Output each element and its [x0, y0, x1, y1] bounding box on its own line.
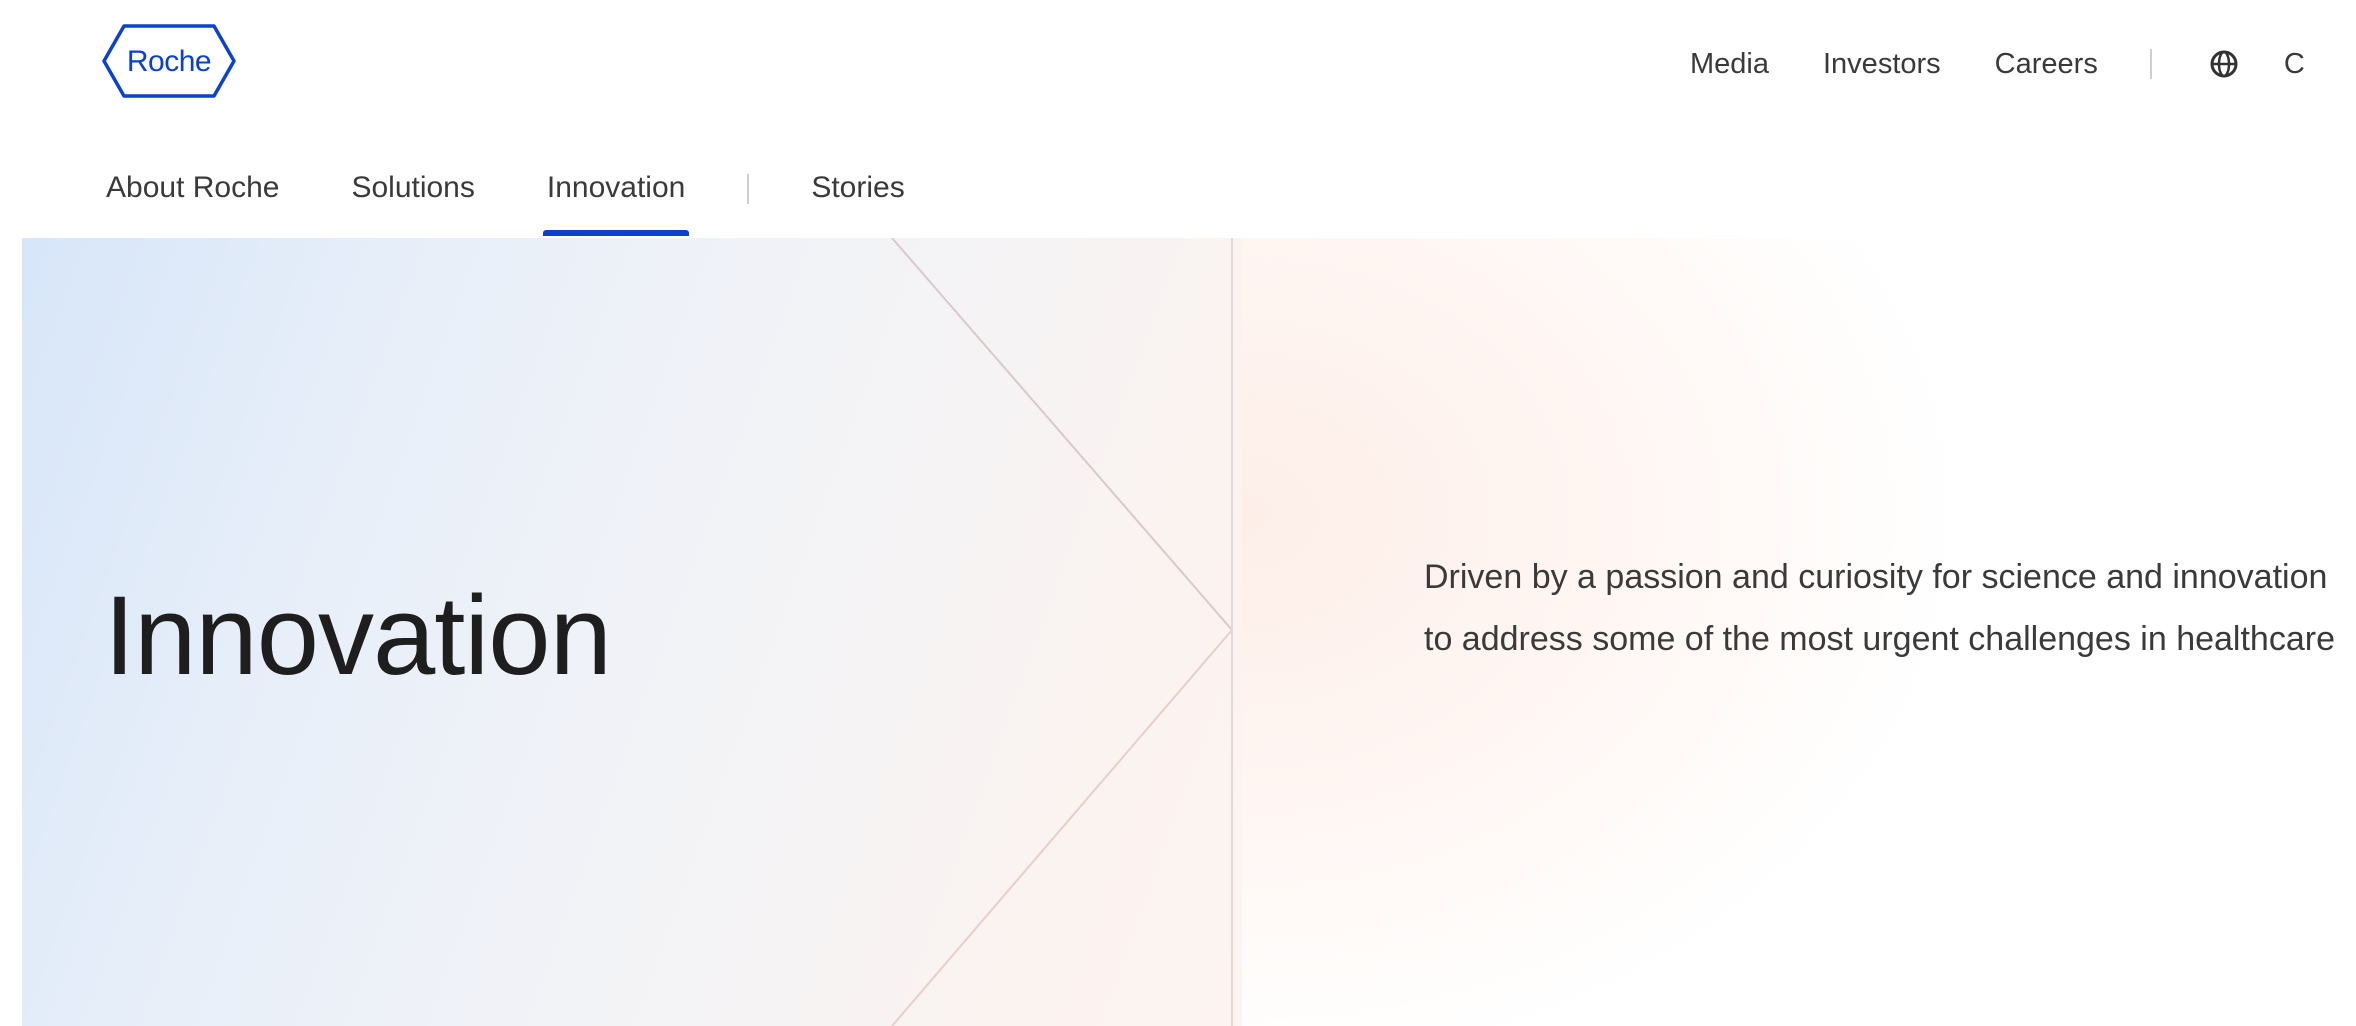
utility-link-media[interactable]: Media: [1690, 48, 1769, 81]
nav-item-about-roche[interactable]: About Roche: [106, 166, 279, 236]
utility-nav: Media Investors Careers C: [1690, 42, 2356, 86]
globe-icon[interactable]: [2208, 48, 2240, 80]
logo-text: Roche: [126, 45, 212, 78]
main-nav: About Roche Solutions Innovation Stories: [106, 166, 905, 236]
nav-item-solutions[interactable]: Solutions: [351, 166, 474, 236]
hero-description: Driven by a passion and curiosity for sc…: [1424, 558, 2335, 658]
utility-link-investors[interactable]: Investors: [1823, 48, 1941, 81]
utility-nav-divider: [2149, 49, 2152, 79]
page: Roche Media Investors Careers C About Ro…: [0, 0, 2356, 1026]
utility-link-truncated[interactable]: C: [2284, 48, 2305, 81]
utility-link-careers[interactable]: Careers: [1995, 48, 2098, 81]
hero-section: Innovation Driven by a passion and curio…: [22, 238, 2356, 1026]
roche-logo[interactable]: Roche: [102, 24, 236, 98]
nav-item-innovation[interactable]: Innovation: [542, 166, 690, 236]
nav-item-stories[interactable]: Stories: [811, 166, 904, 236]
main-nav-divider: [747, 174, 750, 204]
hero-title: Innovation: [104, 573, 612, 698]
